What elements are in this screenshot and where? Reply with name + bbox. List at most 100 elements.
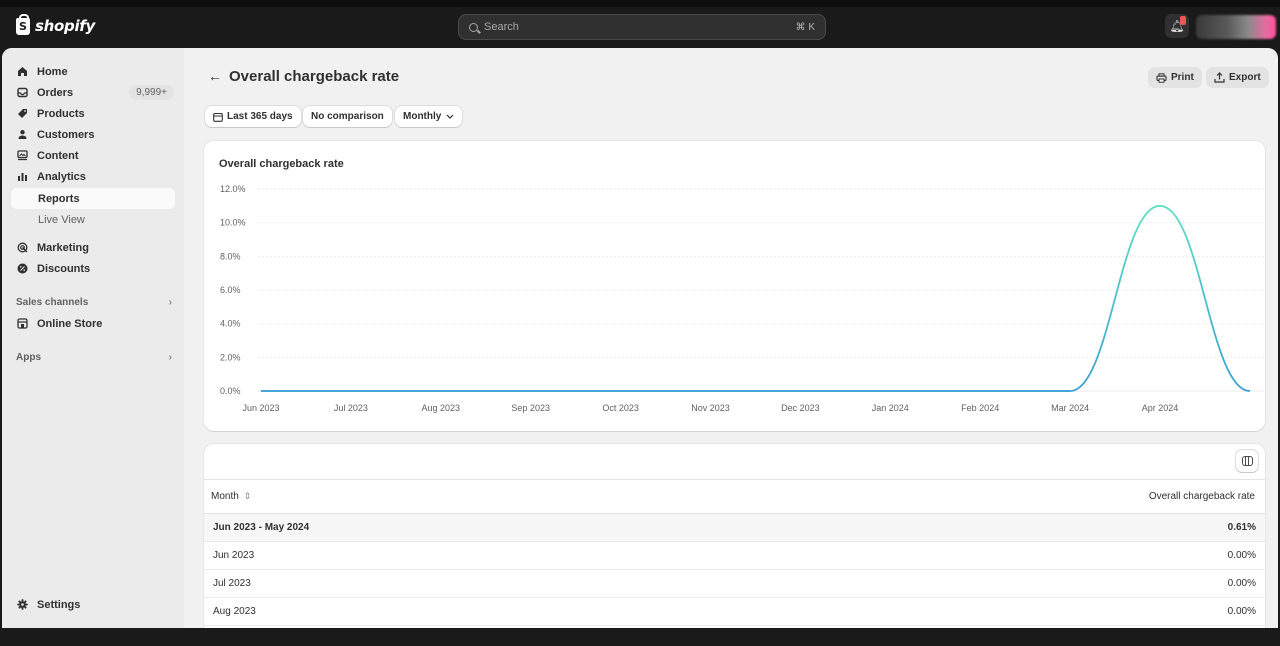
store-icon	[16, 318, 28, 330]
home-icon	[16, 66, 28, 78]
sidebar-item-orders[interactable]: Orders 9,999+	[16, 82, 176, 103]
apps-label: Apps	[16, 351, 41, 363]
sidebar-item-label: Marketing	[37, 241, 89, 254]
y-tick-label: 12.0%	[220, 184, 246, 194]
sidebar-item-label: Products	[37, 107, 85, 120]
rate-column-header[interactable]: Overall chargeback rate	[1149, 491, 1255, 502]
rate-cell: 0.00%	[1227, 578, 1256, 589]
search-input[interactable]: Search ⌘ K	[458, 14, 826, 40]
x-tick-label: Oct 2023	[602, 403, 639, 413]
date-range-label: Last 365 days	[227, 111, 293, 122]
table-row: Jul 2023 0.00%	[204, 570, 1265, 598]
top-bar: S shopify Search ⌘ K 🔔︎	[0, 0, 1280, 48]
notification-dot	[1180, 16, 1186, 25]
sidebar-item-label: Discounts	[37, 262, 91, 275]
bar-chart-icon	[16, 171, 28, 183]
y-tick-label: 0.0%	[220, 386, 241, 396]
person-icon	[16, 129, 28, 141]
chevron-down-icon	[446, 111, 454, 122]
sidebar: Home Orders 9,999+ Products Customers Co…	[2, 48, 184, 628]
sidebar-item-analytics[interactable]: Analytics	[16, 166, 176, 187]
rate-cell: 0.00%	[1227, 606, 1256, 617]
table-header: Month ⇕ Overall chargeback rate	[204, 479, 1265, 514]
target-icon	[16, 242, 28, 254]
printer-icon	[1156, 72, 1167, 83]
sales-channels-label: Sales channels	[16, 296, 89, 308]
bottom-bar	[0, 628, 1280, 646]
granularity-select[interactable]: Monthly	[395, 106, 463, 127]
apps-section[interactable]: Apps ›	[16, 348, 176, 366]
month-cell: Aug 2023	[213, 606, 256, 617]
sidebar-item-label: Home	[37, 65, 68, 78]
shopping-bag-icon: S	[16, 13, 30, 35]
rate-cell: 0.00%	[1227, 550, 1256, 561]
x-tick-label: Dec 2023	[781, 403, 820, 413]
sidebar-item-reports[interactable]: Reports	[11, 188, 175, 209]
sidebar-item-label: Content	[37, 149, 79, 162]
sales-channels-section[interactable]: Sales channels ›	[16, 293, 176, 311]
total-month-cell: Jun 2023 - May 2024	[213, 522, 310, 533]
sidebar-item-label: Online Store	[37, 317, 103, 330]
calendar-icon	[213, 112, 223, 122]
y-tick-label: 2.0%	[220, 352, 241, 362]
chart-card: Overall chargeback rate 0.0% 2.0% 4.0% 6.0%…	[204, 141, 1265, 431]
columns-icon	[1241, 456, 1253, 466]
sidebar-item-label: Orders	[37, 86, 74, 99]
y-tick-label: 4.0%	[220, 319, 241, 329]
back-arrow-icon[interactable]: ←	[208, 68, 222, 84]
tag-icon	[16, 108, 28, 120]
export-label: Export	[1229, 72, 1261, 83]
month-column-header[interactable]: Month ⇕	[211, 491, 251, 502]
sidebar-item-marketing[interactable]: Marketing	[16, 237, 176, 258]
table-row: Jun 2023 0.00%	[204, 542, 1265, 570]
admin-frame: Home Orders 9,999+ Products Customers Co…	[2, 48, 1278, 628]
sidebar-item-content[interactable]: Content	[16, 145, 176, 166]
discount-icon	[16, 263, 28, 275]
y-tick-label: 10.0%	[220, 218, 246, 228]
sidebar-item-label: Live View	[38, 213, 85, 226]
sidebar-item-live-view[interactable]: Live View	[11, 209, 175, 230]
month-cell: Jun 2023	[213, 550, 255, 561]
sidebar-item-label: Reports	[38, 192, 80, 205]
account-menu[interactable]	[1196, 15, 1276, 39]
orders-count-badge: 9,999+	[129, 85, 174, 100]
export-icon	[1214, 72, 1225, 83]
x-tick-label: Sep 2023	[511, 403, 550, 413]
x-tick-label: Aug 2023	[422, 403, 461, 413]
shopify-logo[interactable]: S shopify	[16, 13, 95, 35]
y-tick-label: 8.0%	[220, 251, 241, 261]
notification-button[interactable]: 🔔︎	[1165, 14, 1189, 38]
x-tick-label: Apr 2024	[1142, 403, 1179, 413]
content-icon	[16, 150, 28, 162]
sidebar-item-home[interactable]: Home	[16, 61, 176, 82]
x-tick-label: Nov 2023	[691, 403, 730, 413]
print-label: Print	[1171, 72, 1194, 83]
sidebar-item-label: Customers	[37, 128, 95, 141]
month-cell: Jul 2023	[213, 578, 251, 589]
table-row: Aug 2023 0.00%	[204, 598, 1265, 626]
search-icon	[469, 22, 478, 32]
sidebar-item-products[interactable]: Products	[16, 103, 176, 124]
series-line	[260, 204, 1251, 392]
orders-icon	[16, 87, 28, 99]
search-placeholder: Search	[484, 21, 519, 33]
page-title: Overall chargeback rate	[229, 68, 400, 85]
chevron-right-icon: ›	[168, 296, 172, 308]
columns-toggle-button[interactable]	[1236, 450, 1258, 472]
sidebar-item-online-store[interactable]: Online Store	[16, 313, 176, 334]
print-button[interactable]: Print	[1148, 67, 1202, 88]
x-tick-label: Jan 2024	[872, 403, 909, 413]
y-tick-label: 6.0%	[220, 285, 241, 295]
report-table: Month ⇕ Overall chargeback rate Jun 2023…	[204, 444, 1265, 628]
x-tick-label: Jul 2023	[334, 403, 368, 413]
export-button[interactable]: Export	[1206, 67, 1269, 88]
chargeback-rate-chart: 0.0% 2.0% 4.0% 6.0% 8.0% 10.0% 12.0% Jun 2023 Ju…	[220, 184, 1264, 413]
comparison-label: No comparison	[311, 111, 384, 122]
sidebar-item-discounts[interactable]: Discounts	[16, 258, 176, 279]
sidebar-item-customers[interactable]: Customers	[16, 124, 176, 145]
comparison-button[interactable]: No comparison	[303, 106, 392, 127]
date-range-button[interactable]: Last 365 days	[205, 106, 301, 127]
sidebar-item-settings[interactable]: Settings	[16, 594, 176, 615]
gear-icon	[16, 599, 28, 611]
chevron-right-icon: ›	[168, 351, 172, 363]
